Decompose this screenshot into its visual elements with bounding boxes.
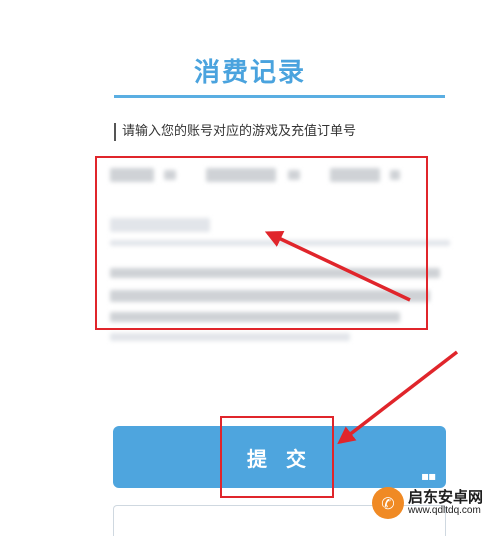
watermark-name: 启东安卓网 [408, 487, 484, 506]
title-underline [114, 95, 445, 98]
redacted-row-6 [110, 333, 350, 341]
instruction-text: 请输入您的账号对应的游戏及充值订单号 [114, 123, 356, 141]
submit-highlight-box [220, 416, 334, 498]
button-dots-icon: ▪▪ [421, 469, 436, 483]
site-watermark: ✆ 启东安卓网 www.qdltdq.com [372, 482, 500, 524]
phone-logo-icon: ✆ [372, 487, 404, 519]
form-highlight-box [95, 156, 428, 330]
page-title: 消费记录 [193, 58, 306, 88]
watermark-url: www.qdltdq.com [408, 504, 481, 516]
